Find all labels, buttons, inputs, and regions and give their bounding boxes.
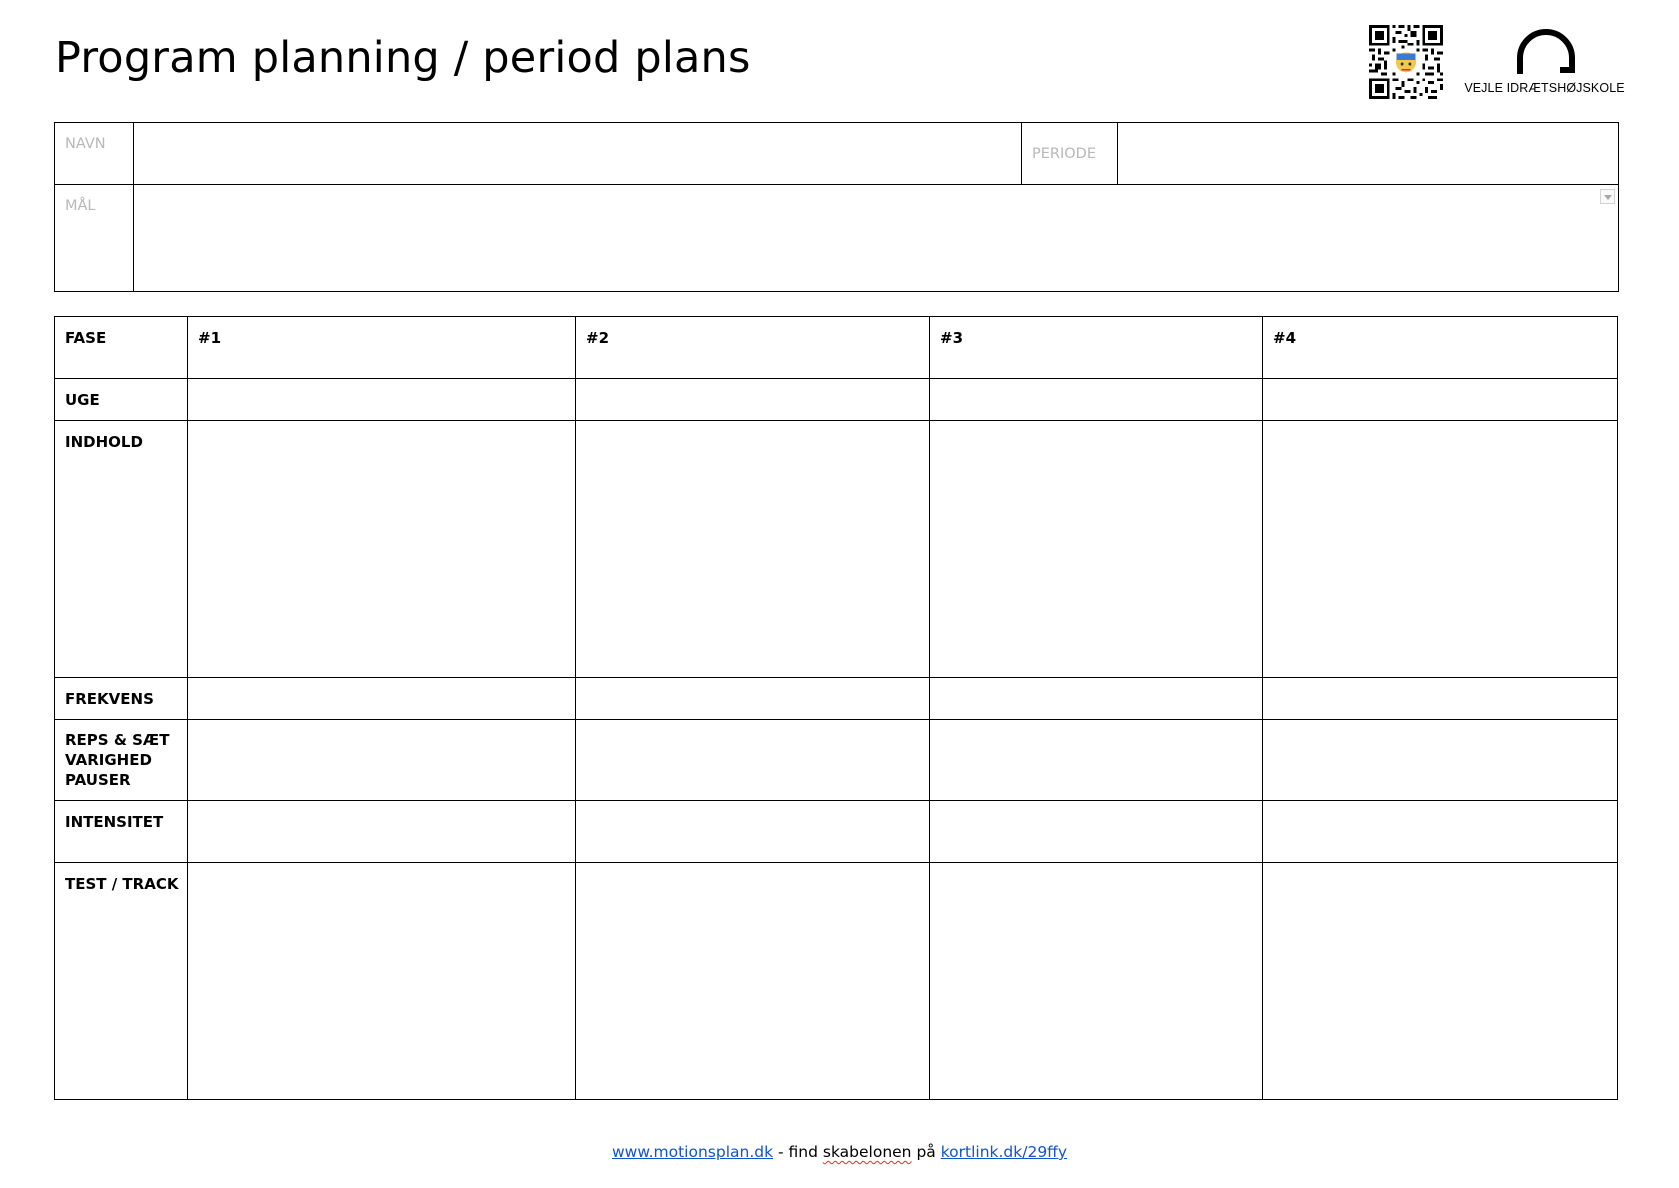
table-cell[interactable] [187,420,576,678]
table-cell[interactable] [575,378,930,421]
row-label-reps-line3: PAUSER [65,771,131,789]
motionsplan-link[interactable]: www.motionsplan.dk [612,1143,773,1161]
row-label-reps-line1: REPS & SÆT [65,731,170,749]
table-header-row: FASE #1 #2 #3 #4 [54,316,1618,379]
row-label-reps-line2: VARIGHED [65,751,152,769]
footer-text-2: på [911,1143,941,1161]
table-cell[interactable] [929,800,1263,863]
table-cell[interactable] [1262,862,1618,1100]
table-cell[interactable] [187,719,576,801]
info-table: NAVN PERIODE MÅL [54,122,1619,292]
row-label-intensitet: INTENSITET [54,800,188,863]
row-label-frekvens: FREKVENS [54,677,188,720]
column-header-4[interactable]: #4 [1262,316,1618,379]
table-row: FREKVENS [54,677,1618,720]
table-cell[interactable] [929,719,1263,801]
maal-dropdown-button[interactable] [1600,189,1615,204]
logo-text: VEJLE IDRÆTSHØJSKOLE [1464,81,1625,95]
navn-label: NAVN [54,122,134,185]
table-cell[interactable] [187,862,576,1100]
table-cell[interactable] [1262,719,1618,801]
navn-field[interactable] [133,122,1022,185]
table-row: TEST / TRACK [54,862,1618,1100]
table-cell[interactable] [187,378,576,421]
table-row: UGE [54,378,1618,421]
table-cell[interactable] [575,800,930,863]
periode-label: PERIODE [1021,122,1118,185]
table-cell[interactable] [1262,378,1618,421]
row-label-test-track: TEST / TRACK [54,862,188,1100]
table-cell[interactable] [575,677,930,720]
periode-field[interactable] [1117,122,1619,185]
table-cell[interactable] [929,378,1263,421]
table-row: REPS & SÆT VARIGHED PAUSER [54,719,1618,801]
table-cell[interactable] [1262,800,1618,863]
row-label-uge: UGE [54,378,188,421]
footer: www.motionsplan.dk - find skabelonen på … [0,1143,1679,1161]
table-cell[interactable] [187,800,576,863]
table-cell[interactable] [187,677,576,720]
table-row: INTENSITET [54,800,1618,863]
row-label-fase: FASE [54,316,188,379]
misspelled-word: skabelonen [822,1143,912,1161]
table-cell[interactable] [575,862,930,1100]
column-header-1[interactable]: #1 [187,316,576,379]
table-cell[interactable] [1262,420,1618,678]
maal-label: MÅL [54,184,134,292]
table-cell[interactable] [575,719,930,801]
footer-text-1: - find [773,1143,823,1161]
row-label-indhold: INDHOLD [54,420,188,678]
column-header-3[interactable]: #3 [929,316,1263,379]
table-cell[interactable] [929,420,1263,678]
table-cell[interactable] [1262,677,1618,720]
school-logo: VEJLE IDRÆTSHØJSKOLE [1462,26,1627,98]
maal-field[interactable] [133,184,1619,292]
qr-code-icon [1369,25,1443,99]
table-row: INDHOLD [54,420,1618,678]
row-label-reps: REPS & SÆT VARIGHED PAUSER [54,719,188,801]
table-cell[interactable] [929,677,1263,720]
page-title: Program planning / period plans [55,33,751,83]
plan-table: FASE #1 #2 #3 #4 UGE INDHOLD FREKVENS RE… [54,316,1618,1100]
kortlink-link[interactable]: kortlink.dk/29ffy [941,1143,1067,1161]
chevron-down-icon [1604,195,1612,200]
column-header-2[interactable]: #2 [575,316,930,379]
table-cell[interactable] [575,420,930,678]
logo-arc-icon [1517,29,1575,74]
table-cell[interactable] [929,862,1263,1100]
